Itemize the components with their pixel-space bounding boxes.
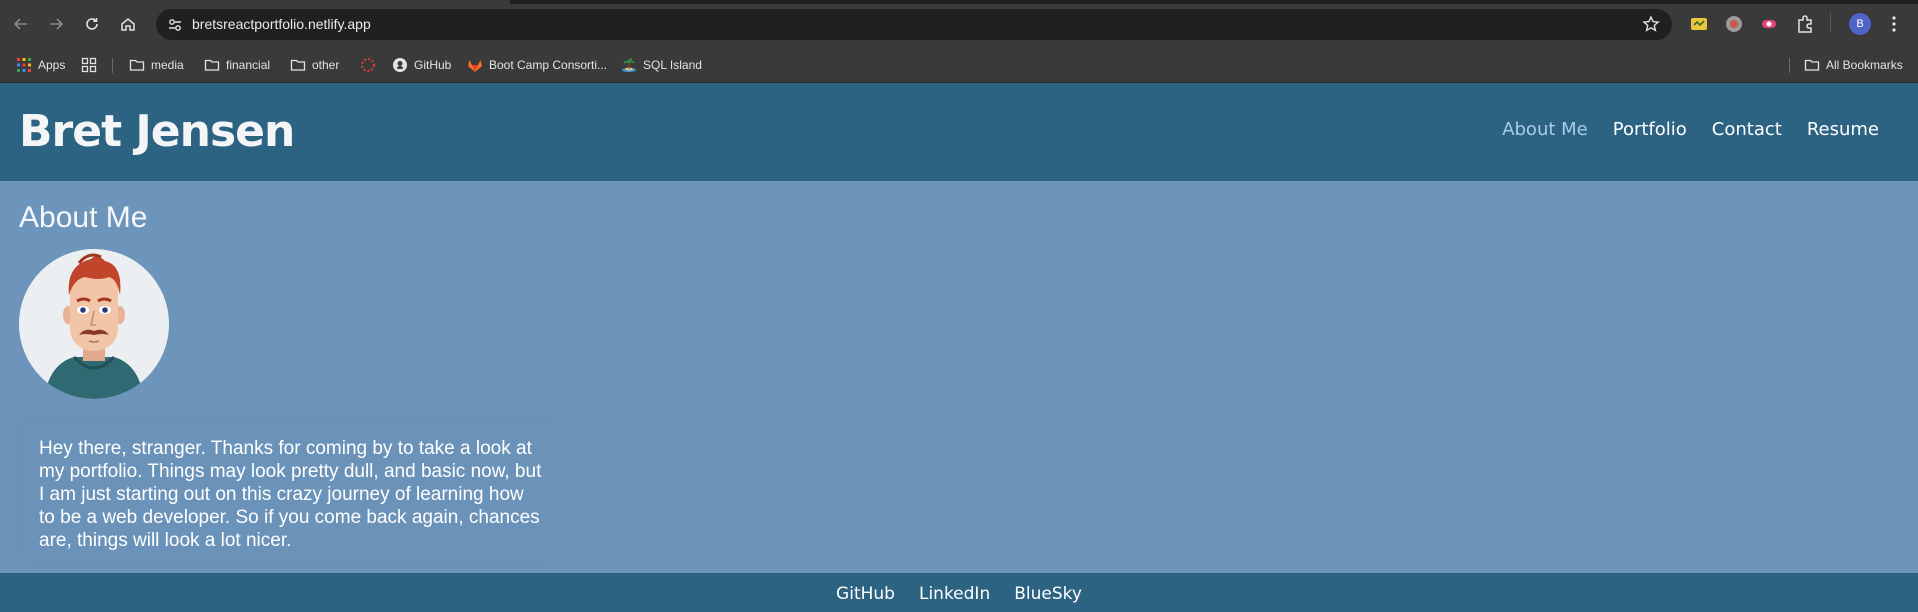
tab-strip (0, 0, 1918, 4)
extension-capture-icon[interactable] (1759, 14, 1779, 34)
home-icon[interactable] (117, 13, 139, 35)
bookmark-label: other (312, 58, 340, 72)
folder-icon (204, 57, 220, 73)
bookmark-folder-other[interactable]: other (290, 56, 339, 74)
site-title: Bret Jensen (19, 106, 295, 157)
island-icon (621, 57, 637, 73)
site-nav: About Me Portfolio Contact Resume (1502, 119, 1879, 140)
extension-disc-icon[interactable] (1724, 14, 1744, 34)
bookmark-boot-camp[interactable]: Boot Camp Consorti... (467, 56, 607, 74)
cartoon-avatar-icon (19, 249, 169, 399)
browser-toolbar: bretsreactportfolio.netlify.app B (0, 0, 1918, 48)
toolbar-divider (1830, 12, 1831, 32)
bookmarks-divider (112, 58, 113, 73)
folder-icon (290, 57, 306, 73)
bookmark-label: SQL Island (643, 58, 702, 72)
bookmark-label: GitHub (414, 58, 452, 72)
tab-groups-button[interactable] (81, 56, 103, 74)
bookmark-label: media (151, 58, 184, 72)
url-text[interactable]: bretsreactportfolio.netlify.app (192, 16, 371, 32)
nav-portfolio[interactable]: Portfolio (1613, 119, 1687, 140)
bio-card: Hey there, stranger. Thanks for coming b… (20, 419, 555, 564)
chrome-menu-icon[interactable] (1884, 14, 1904, 34)
github-icon (392, 57, 408, 73)
bookmark-label: Apps (38, 58, 66, 72)
bookmark-label: financial (226, 58, 271, 72)
site-info-icon[interactable] (166, 16, 184, 34)
forward-icon[interactable] (45, 13, 67, 35)
extension-sticker-icon[interactable] (1689, 14, 1709, 34)
folder-icon (129, 57, 145, 73)
tab-groups-icon (81, 57, 97, 73)
bookmark-label: All Bookmarks (1826, 58, 1903, 72)
extensions-puzzle-icon[interactable] (1795, 14, 1815, 34)
site-footer: GitHub LinkedIn BlueSky (0, 573, 1918, 612)
bookmark-github[interactable]: GitHub (392, 56, 451, 74)
back-icon[interactable] (10, 13, 32, 35)
bookmark-label: Boot Camp Consorti... (489, 58, 608, 72)
gitlab-icon (467, 57, 483, 73)
bookmark-folder-media[interactable]: media (129, 56, 184, 74)
bookmarks-divider (1789, 58, 1790, 73)
nav-contact[interactable]: Contact (1712, 119, 1782, 140)
footer-link-github[interactable]: GitHub (836, 584, 895, 604)
bookmarks-bar: Apps media financial other GitHub Boot C… (0, 48, 1918, 83)
section-title: About Me (19, 201, 148, 234)
nav-about-me[interactable]: About Me (1502, 119, 1588, 140)
bio-text: Hey there, stranger. Thanks for coming b… (39, 438, 542, 551)
profile-avatar[interactable]: B (1849, 13, 1871, 35)
apps-grid-icon (16, 57, 32, 73)
bookmark-star-icon[interactable] (1642, 15, 1660, 33)
bookmark-folder-financial[interactable]: financial (204, 56, 270, 74)
site-header: Bret Jensen About Me Portfolio Contact R… (0, 83, 1918, 181)
about-section: About Me Hey there, stranger. Thanks for… (0, 181, 1918, 573)
all-bookmarks-button[interactable]: All Bookmarks (1804, 56, 1903, 74)
footer-link-linkedin[interactable]: LinkedIn (919, 584, 990, 604)
bookmark-sql-island[interactable]: SQL Island (621, 56, 702, 74)
nav-resume[interactable]: Resume (1807, 119, 1879, 140)
reload-icon[interactable] (81, 13, 103, 35)
address-bar[interactable]: bretsreactportfolio.netlify.app (156, 9, 1672, 40)
red-dotted-circle-icon (360, 57, 376, 73)
bookmark-red-circle[interactable] (360, 56, 382, 74)
footer-link-bluesky[interactable]: BlueSky (1014, 584, 1082, 604)
bookmark-apps[interactable]: Apps (16, 56, 65, 74)
folder-icon (1804, 57, 1820, 73)
